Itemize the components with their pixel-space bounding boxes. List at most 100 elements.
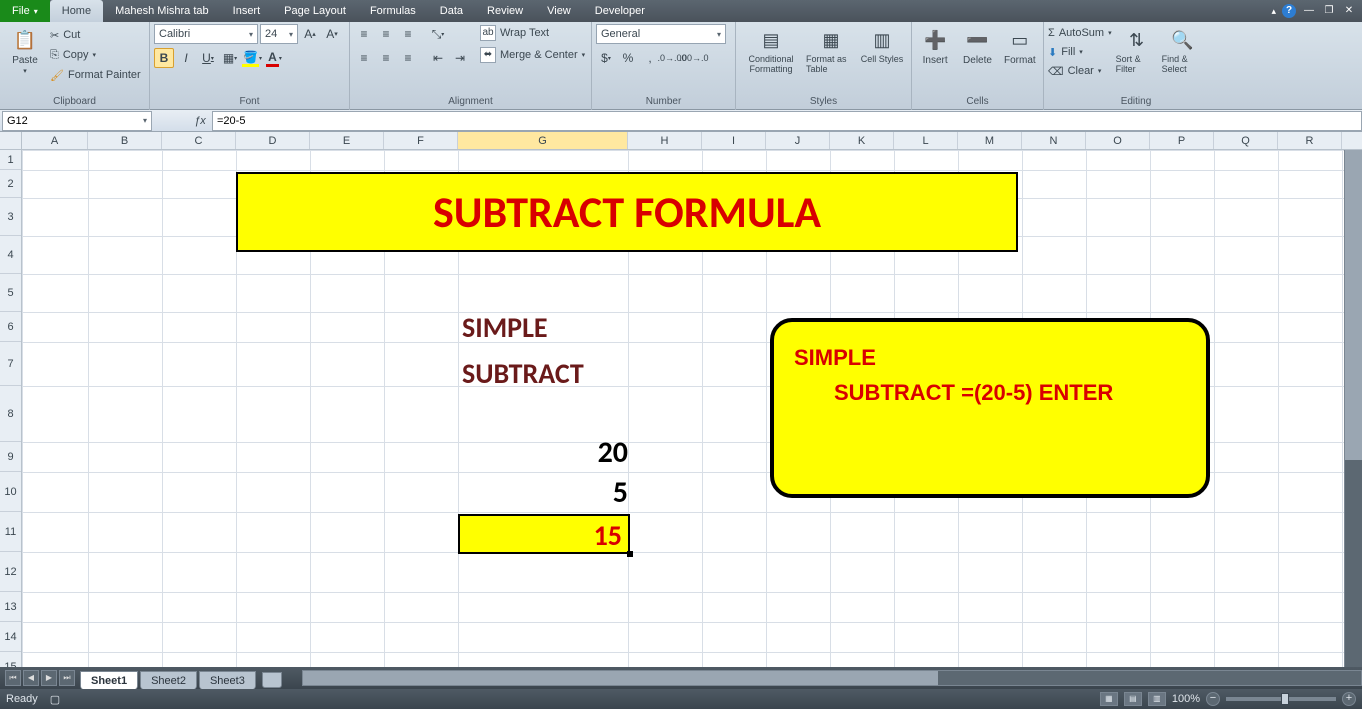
column-header[interactable]: B: [88, 132, 162, 149]
align-right-button[interactable]: ≡: [398, 48, 418, 68]
tab-home[interactable]: Home: [50, 0, 103, 22]
fill-color-button[interactable]: 🪣▾: [242, 48, 262, 68]
fill-button[interactable]: ⬇Fill▾: [1048, 43, 1112, 61]
horizontal-scrollbar[interactable]: [302, 670, 1362, 686]
percent-format-button[interactable]: %: [618, 48, 638, 68]
column-header[interactable]: C: [162, 132, 236, 149]
zoom-in-button[interactable]: +: [1342, 692, 1356, 706]
increase-indent-button[interactable]: ⇥: [450, 48, 470, 68]
cell-styles-button[interactable]: ▥Cell Styles: [860, 24, 904, 65]
merge-center-button[interactable]: ⬌Merge & Center▾: [480, 46, 585, 64]
page-layout-view-button[interactable]: ▤: [1124, 692, 1142, 706]
decrease-indent-button[interactable]: ⇤: [428, 48, 448, 68]
row-header[interactable]: 12: [0, 552, 21, 592]
zoom-out-button[interactable]: −: [1206, 692, 1220, 706]
tab-review[interactable]: Review: [475, 0, 535, 22]
select-all-corner[interactable]: [0, 132, 22, 150]
macro-record-icon[interactable]: ▢: [50, 693, 60, 706]
row-header[interactable]: 4: [0, 236, 21, 274]
column-header[interactable]: K: [830, 132, 894, 149]
number-format-select[interactable]: General▾: [596, 24, 726, 44]
row-header[interactable]: 11: [0, 512, 21, 552]
tab-developer[interactable]: Developer: [583, 0, 657, 22]
column-header[interactable]: G: [458, 132, 628, 149]
find-select-button[interactable]: 🔍Find & Select: [1162, 24, 1204, 75]
window-close-icon[interactable]: ✕: [1342, 5, 1356, 17]
column-header[interactable]: J: [766, 132, 830, 149]
italic-button[interactable]: I: [176, 48, 196, 68]
active-cell[interactable]: 15: [458, 514, 630, 554]
formula-bar[interactable]: =20-5: [212, 111, 1362, 131]
format-as-table-button[interactable]: ▦Format as Table: [806, 24, 856, 75]
autosum-button[interactable]: ΣAutoSum▾: [1048, 24, 1112, 42]
font-name-select[interactable]: Calibri▾: [154, 24, 258, 44]
align-center-button[interactable]: ≡: [376, 48, 396, 68]
callout-shape[interactable]: SIMPLE SUBTRACT =(20-5) ENTER: [770, 318, 1210, 498]
cell-grid[interactable]: SUBTRACT FORMULA SIMPLE SUBTRACT 20 5 15…: [22, 150, 1362, 667]
accounting-format-button[interactable]: $▾: [596, 48, 616, 68]
column-header[interactable]: N: [1022, 132, 1086, 149]
tab-nav-last[interactable]: ⏭: [59, 670, 75, 686]
column-header[interactable]: F: [384, 132, 458, 149]
row-header[interactable]: 7: [0, 342, 21, 386]
column-header[interactable]: P: [1150, 132, 1214, 149]
insert-cells-button[interactable]: ➕Insert: [916, 24, 954, 66]
sheet-tab-2[interactable]: Sheet2: [140, 671, 197, 689]
align-top-button[interactable]: ≡: [354, 24, 374, 44]
row-header[interactable]: 13: [0, 592, 21, 622]
align-bottom-button[interactable]: ≡: [398, 24, 418, 44]
column-header[interactable]: R: [1278, 132, 1342, 149]
name-box[interactable]: G12▾: [2, 111, 152, 131]
row-header[interactable]: 8: [0, 386, 21, 442]
tab-page-layout[interactable]: Page Layout: [272, 0, 358, 22]
sheet-tab-3[interactable]: Sheet3: [199, 671, 256, 689]
copy-button[interactable]: ⎘Copy▾: [50, 46, 141, 64]
format-painter-button[interactable]: 🖌Format Painter: [50, 66, 141, 84]
file-tab[interactable]: File: [0, 0, 50, 22]
align-middle-button[interactable]: ≡: [376, 24, 396, 44]
new-sheet-button[interactable]: [262, 672, 282, 688]
font-color-button[interactable]: A▾: [264, 48, 284, 68]
zoom-slider[interactable]: [1226, 697, 1336, 701]
row-header[interactable]: 1: [0, 150, 21, 170]
tab-insert[interactable]: Insert: [221, 0, 273, 22]
normal-view-button[interactable]: ▦: [1100, 692, 1118, 706]
column-header[interactable]: I: [702, 132, 766, 149]
fx-button[interactable]: ƒx: [188, 115, 212, 127]
fill-handle[interactable]: [627, 551, 633, 557]
wrap-text-button[interactable]: abWrap Text: [480, 24, 585, 42]
paste-button[interactable]: 📋 Paste▾: [4, 24, 46, 75]
page-break-view-button[interactable]: ▥: [1148, 692, 1166, 706]
font-size-select[interactable]: 24▾: [260, 24, 298, 44]
column-header[interactable]: L: [894, 132, 958, 149]
minimize-ribbon-icon[interactable]: ▴: [1271, 6, 1276, 17]
window-restore-icon[interactable]: ❐: [1322, 5, 1336, 17]
clear-button[interactable]: ⌫Clear▾: [1048, 62, 1112, 80]
decrease-decimal-button[interactable]: .00→.0: [684, 48, 704, 68]
border-button[interactable]: ▦▾: [220, 48, 240, 68]
align-left-button[interactable]: ≡: [354, 48, 374, 68]
tab-nav-next[interactable]: ▶: [41, 670, 57, 686]
column-header[interactable]: O: [1086, 132, 1150, 149]
column-header[interactable]: Q: [1214, 132, 1278, 149]
column-header[interactable]: H: [628, 132, 702, 149]
cut-button[interactable]: ✂Cut: [50, 26, 141, 44]
tab-custom[interactable]: Mahesh Mishra tab: [103, 0, 221, 22]
format-cells-button[interactable]: ▭Format: [1001, 24, 1039, 66]
bold-button[interactable]: B: [154, 48, 174, 68]
row-header[interactable]: 6: [0, 312, 21, 342]
column-header[interactable]: A: [22, 132, 88, 149]
shrink-font-button[interactable]: A▾: [322, 24, 342, 44]
column-header[interactable]: E: [310, 132, 384, 149]
tab-data[interactable]: Data: [428, 0, 475, 22]
orientation-button[interactable]: ⤡▾: [428, 24, 448, 44]
tab-formulas[interactable]: Formulas: [358, 0, 428, 22]
row-header[interactable]: 14: [0, 622, 21, 652]
row-header[interactable]: 9: [0, 442, 21, 472]
row-header[interactable]: 2: [0, 170, 21, 198]
help-icon[interactable]: ?: [1282, 4, 1296, 18]
sheet-tab-1[interactable]: Sheet1: [80, 671, 138, 689]
row-header[interactable]: 3: [0, 198, 21, 236]
vertical-scrollbar[interactable]: [1344, 150, 1362, 667]
tab-nav-prev[interactable]: ◀: [23, 670, 39, 686]
